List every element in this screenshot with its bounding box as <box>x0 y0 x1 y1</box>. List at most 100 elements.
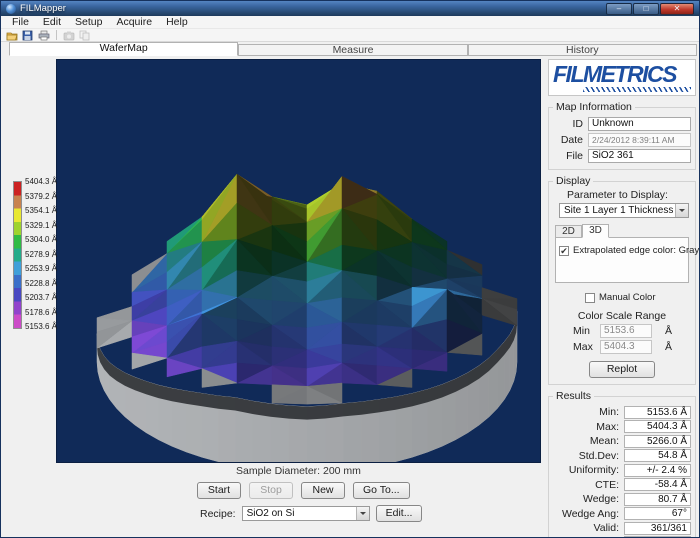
result-value: 361/361 <box>624 522 691 535</box>
subtab-2d[interactable]: 2D <box>555 225 582 238</box>
parameter-select[interactable]: Site 1 Layer 1 Thickness <box>559 203 689 218</box>
subtab-3d[interactable]: 3D <box>582 224 609 238</box>
display-3d-panel: ✔ Extrapolated edge color: Gray <box>555 237 689 283</box>
edge-color-row: ✔ Extrapolated edge color: Gray <box>559 245 685 256</box>
edge-color-label: Extrapolated edge color: Gray <box>573 245 699 256</box>
open-icon[interactable] <box>6 30 18 41</box>
min-unit: Å <box>665 325 672 337</box>
colorbar <box>13 181 22 329</box>
manual-color-checkbox[interactable] <box>585 293 595 303</box>
edit-recipe-button[interactable]: Edit... <box>376 505 423 522</box>
chevron-down-icon[interactable] <box>675 204 688 217</box>
menu-item-edit[interactable]: Edit <box>36 16 68 28</box>
colorbar-tick-label: 5153.6 Å <box>25 323 67 331</box>
result-label: Valid: <box>553 522 619 534</box>
results-group: Results Min:5153.6 ÅMax:5404.3 ÅMean:526… <box>548 396 696 538</box>
menu-item-help[interactable]: Help <box>159 16 195 28</box>
start-button[interactable]: Start <box>197 482 241 499</box>
wafer-surface <box>57 60 540 462</box>
max-unit: Å <box>665 341 672 353</box>
colorbar-tick-label: 5404.3 Å <box>25 178 67 186</box>
recipe-value: SiO2 on Si <box>243 507 299 520</box>
result-row: Min: 5153.6 Å <box>553 406 691 419</box>
result-label: Mean: <box>553 435 619 447</box>
app-window: FILMapper – □ ✕ FileEditSetupAcquireHelp… <box>0 0 700 538</box>
right-panel: FILMETRICS Map Information IDUnknown Date… <box>548 59 696 538</box>
colorbar-tick-label: 5253.9 Å <box>25 265 67 273</box>
result-row: Uniformity: +/- 2.4 % <box>553 464 691 477</box>
map-information-fields: IDUnknown Date2/24/2012 8:39:11 AM File SiO… <box>553 117 691 163</box>
edge-color-checkbox[interactable]: ✔ <box>559 246 569 256</box>
file-field[interactable]: SiO2 361 <box>588 149 691 163</box>
tab-wafermap[interactable]: WaferMap <box>9 42 238 56</box>
stop-button: Stop <box>249 482 293 499</box>
colorbar-tick-label: 5278.9 Å <box>25 251 67 259</box>
colorbar-tick-label: 5354.1 Å <box>25 207 67 215</box>
tab-history[interactable]: History <box>468 44 697 56</box>
result-row: Max: 5404.3 Å <box>553 420 691 433</box>
map-information-title: Map Information <box>553 102 635 113</box>
map-info-row: IDUnknown <box>553 117 691 131</box>
id-field[interactable]: Unknown <box>588 117 691 131</box>
tab-measure[interactable]: Measure <box>238 44 467 56</box>
result-value: 80.7 Å <box>624 493 691 506</box>
save-icon[interactable] <box>22 30 34 41</box>
wafer-3d-plot[interactable] <box>56 59 541 463</box>
colorbar-tick-label: 5379.2 Å <box>25 193 67 201</box>
menu-item-acquire[interactable]: Acquire <box>109 16 159 28</box>
result-value: 5404.3 Å <box>624 420 691 433</box>
result-row: Wedge: 80.7 Å <box>553 493 691 506</box>
max-label: Max <box>573 341 595 353</box>
result-value: +/- 2.4 % <box>624 464 691 477</box>
window-controls: – □ ✕ <box>606 3 694 15</box>
color-scale-min-row: Min 5153.6 Å <box>573 324 691 338</box>
max-input[interactable]: 5404.3 <box>600 340 652 354</box>
recipe-row: Recipe: SiO2 on Si Edit... <box>200 505 422 522</box>
manual-color-label: Manual Color <box>599 292 656 303</box>
parameter-value: Site 1 Layer 1 Thickness <box>560 204 675 217</box>
result-label: Wedge: <box>553 493 619 505</box>
menu-item-file[interactable]: File <box>5 16 36 28</box>
map-information-group: Map Information IDUnknownDate2/24/2012 8… <box>548 107 696 170</box>
close-button[interactable]: ✕ <box>660 3 694 15</box>
date-label: Date <box>553 134 583 146</box>
sample-diameter-label: Sample Diameter: 200 mm <box>56 465 541 477</box>
print-icon[interactable] <box>38 30 50 41</box>
result-label: Max: <box>553 421 619 433</box>
goto-button[interactable]: Go To... <box>353 482 410 499</box>
title-bar: FILMapper – □ ✕ <box>1 1 699 16</box>
measure-controls: Start Stop New Go To... <box>197 482 410 499</box>
result-value: 5153.6 Å <box>624 406 691 419</box>
result-row: Std.Dev:54.8 Å <box>553 449 691 462</box>
manual-color-row: Manual Color <box>585 292 691 303</box>
result-label: Wedge Ang: <box>553 508 619 520</box>
colorbar-labels: 5404.3 Å 5379.2 Å 5354.1 Å 5329.1 Å 5304.0 Å… <box>25 178 67 331</box>
map-info-row: Date2/24/2012 8:39:11 AM <box>553 133 691 147</box>
result-row: Mean:5266.0 Å <box>553 435 691 448</box>
maximize-button[interactable]: □ <box>633 3 659 15</box>
colorbar-tick-label: 5329.1 Å <box>25 222 67 230</box>
display-group: Display Parameter to Display: Site 1 Lay… <box>548 181 696 385</box>
new-button[interactable]: New <box>301 482 345 499</box>
colorbar-tick-label: 5304.0 Å <box>25 236 67 244</box>
colorbar-tick-label: 5178.6 Å <box>25 309 67 317</box>
result-row: Wedge Ang:67° <box>553 507 691 520</box>
results-title: Results <box>553 391 594 402</box>
recipe-select[interactable]: SiO2 on Si <box>242 506 370 521</box>
replot-button[interactable]: Replot <box>589 361 655 378</box>
colorbar-tick-label: 5228.8 Å <box>25 280 67 288</box>
result-label: Std.Dev: <box>553 450 619 462</box>
minimize-button[interactable]: – <box>606 3 632 15</box>
recipe-label: Recipe: <box>200 508 236 520</box>
min-input[interactable]: 5153.6 <box>600 324 652 338</box>
filmetrics-logo: FILMETRICS <box>548 59 696 96</box>
result-label: Uniformity: <box>553 464 619 476</box>
toolbar-separator <box>56 30 57 40</box>
chevron-down-icon[interactable] <box>356 507 369 520</box>
tab-strip: WaferMapMeasureHistory <box>1 42 699 56</box>
file-label: File <box>553 150 583 162</box>
toolbar <box>1 29 699 42</box>
result-label: Min: <box>553 406 619 418</box>
menu-item-setup[interactable]: Setup <box>68 16 109 28</box>
menu-bar: FileEditSetupAcquireHelp <box>1 16 699 29</box>
